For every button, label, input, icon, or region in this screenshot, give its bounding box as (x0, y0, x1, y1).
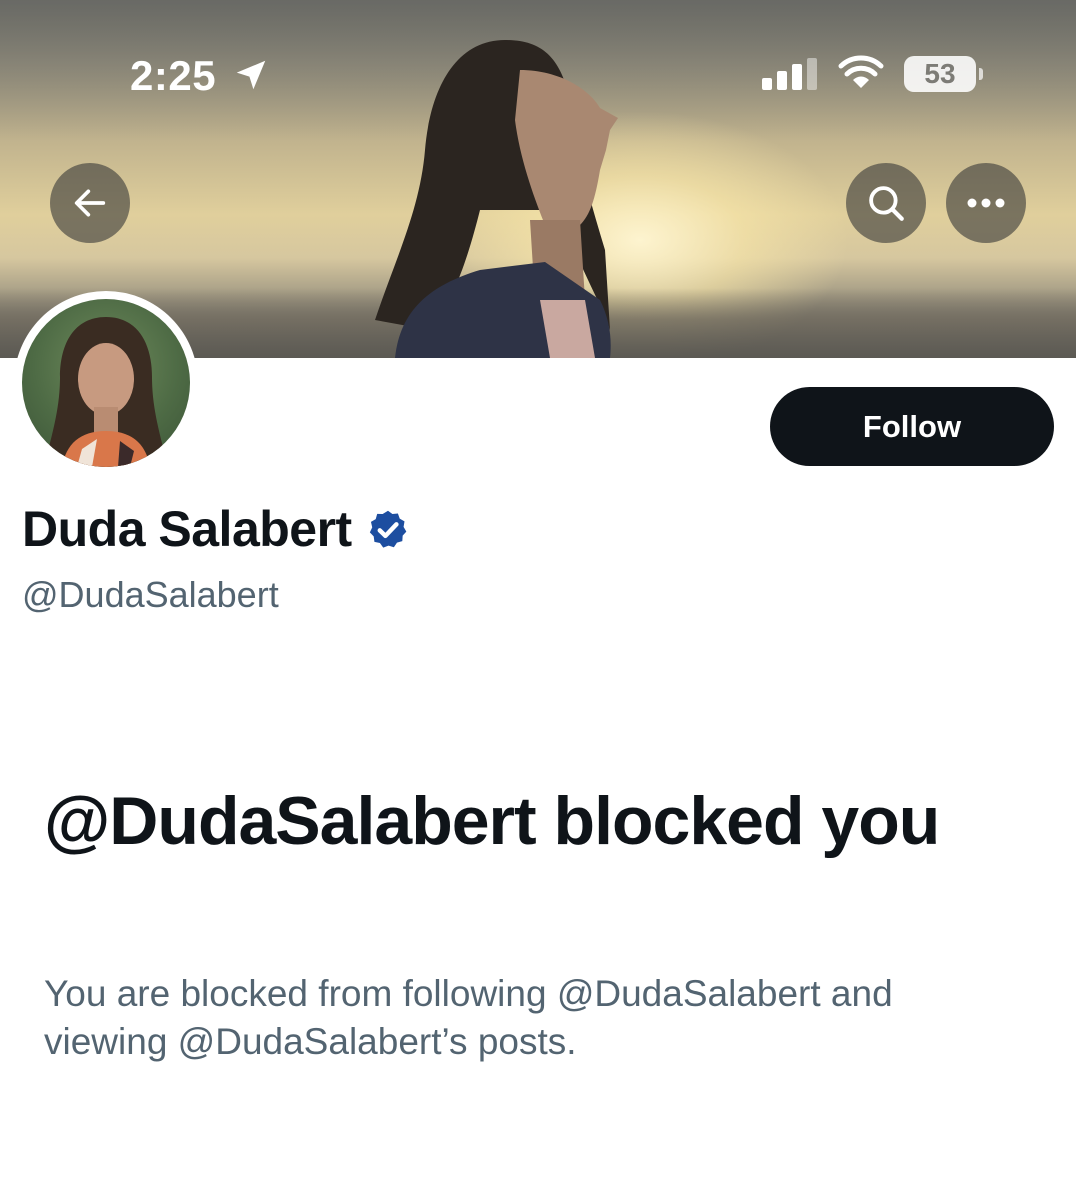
profile-handle: @DudaSalabert (22, 574, 279, 615)
search-button[interactable] (846, 163, 926, 243)
cellular-signal-icon (762, 58, 817, 90)
more-horizontal-icon (967, 198, 1005, 208)
blocked-title: @DudaSalabert blocked you (44, 783, 940, 859)
display-name: Duda Salabert (22, 501, 352, 557)
profile-banner[interactable]: 2:25 53 (0, 0, 1076, 358)
follow-button[interactable]: Follow (770, 387, 1054, 466)
verified-badge-icon[interactable] (366, 508, 410, 552)
blocked-description: You are blocked from following @DudaSala… (44, 973, 893, 1062)
more-options-button[interactable] (946, 163, 1026, 243)
search-icon (869, 186, 904, 221)
status-time: 2:25 (130, 52, 217, 99)
wifi-icon (838, 55, 884, 88)
profile-name-row: Duda Salabert (22, 500, 410, 558)
avatar-portrait (44, 317, 168, 467)
profile-avatar[interactable] (14, 291, 198, 475)
profile-screen: 2:25 53 Follow Duda Salabert @DudaSalabe… (0, 0, 1076, 1200)
location-arrow-icon (236, 60, 266, 90)
back-button[interactable] (50, 163, 130, 243)
battery-icon: 53 (904, 56, 983, 92)
arrow-left-icon (74, 189, 106, 217)
avatar-photo (22, 299, 190, 467)
